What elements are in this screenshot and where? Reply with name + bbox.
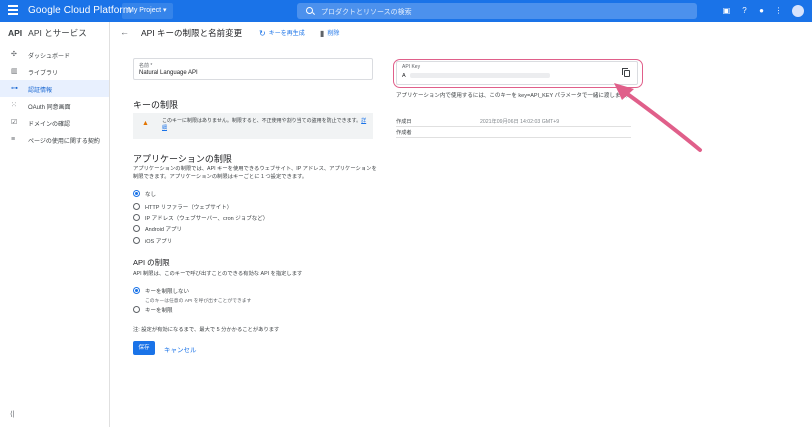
sidebar-item-label: ダッシュボード (28, 54, 71, 60)
created-value: 2021年09月06日 14:02:03 GMT+9 (480, 119, 560, 125)
sidebar-item-domain-verification[interactable]: ☑ ドメインの確認 (0, 114, 109, 131)
radio-label: キーを制限しない (145, 289, 190, 295)
search-placeholder: プロダクトとリソースの検索 (321, 9, 412, 16)
app-restriction-ios-radio[interactable]: iOS アプリ (133, 237, 172, 247)
radio-label: HTTP リファラー（ウェブサイト） (145, 205, 233, 211)
gift-icon[interactable]: ▣ (722, 6, 731, 15)
api-no-restriction-radio[interactable]: キーを制限しないこのキーは任意の API を呼び出すことができます (133, 287, 251, 304)
sidebar-item-dashboard[interactable]: ✣ ダッシュボード (0, 46, 109, 63)
created-label: 作成日 (396, 119, 412, 125)
radio-indicator (133, 306, 140, 313)
sidebar-item-page-usage[interactable]: ≡ ページの使用に関する契約 (0, 131, 109, 148)
sidebar-title: API とサービス (28, 28, 87, 38)
project-selector[interactable]: My Project ▾ (122, 3, 173, 19)
collapse-sidebar-icon[interactable]: ⟨| (10, 410, 15, 418)
annotation-arrow-icon (614, 83, 702, 152)
radio-label: iOS アプリ (145, 239, 173, 245)
creator-label: 作成者 (396, 130, 412, 136)
warning-message: このキーに制限はありません。制限すると、不正使用や割り当ての盗用を防止できます。 (162, 118, 362, 124)
name-field-label: 名前 * (139, 63, 153, 69)
app-restriction-none-radio[interactable]: なし (133, 190, 156, 200)
api-restrictions-desc: API 制限は、このキーで呼び出すことのできる有効な API を指定します (133, 271, 303, 277)
sidebar-item-oauth-consent[interactable]: ⁙ OAuth 同意画面 (0, 97, 109, 114)
app-restrictions-title: アプリケーションの制限 (133, 154, 232, 164)
radio-indicator (133, 225, 140, 232)
sidebar-item-credentials[interactable]: ⊶ 認証情報 (0, 80, 109, 97)
radio-label: なし (145, 192, 157, 198)
radio-label: Android アプリ (145, 227, 182, 233)
domain-icon: ☑ (11, 119, 18, 126)
dashboard-icon: ✣ (11, 51, 17, 58)
api-restrictions-title: API の制限 (133, 258, 170, 267)
notification-icon[interactable]: ● (757, 6, 766, 15)
radio-indicator (133, 287, 140, 294)
sidebar-item-label: ドメインの確認 (28, 122, 71, 128)
radio-sublabel: このキーは任意の API を呼び出すことができます (145, 299, 252, 304)
name-field[interactable]: 名前 * Natural Language API (133, 58, 373, 80)
settings-icon: ≡ (11, 136, 16, 143)
consent-icon: ⁙ (11, 102, 17, 109)
sidebar-item-label: OAuth 同意画面 (28, 105, 71, 111)
sidebar-item-library[interactable]: ▥ ライブラリ (0, 63, 109, 80)
sidebar-item-label: ライブラリ (28, 71, 59, 77)
refresh-icon: ↻ (259, 29, 266, 38)
sidebar-item-label: ページの使用に関する契約 (28, 139, 100, 145)
warning-box: ▲ このキーに制限はありません。制限すると、不正使用や割り当ての盗用を防止できま… (133, 113, 373, 139)
avatar[interactable] (792, 5, 804, 17)
created-row: 作成日 2021年09月06日 14:02:03 GMT+9 (396, 116, 631, 127)
app-restrictions-desc: アプリケーションの制限では、API キーを使用できるウェブサイト、IP アドレス… (133, 166, 377, 180)
page-title: API キーの制限と名前変更 (141, 28, 243, 38)
warning-text: このキーに制限はありません。制限すると、不正使用や割り当ての盗用を防止できます。… (162, 118, 367, 132)
help-icon[interactable]: ? (740, 6, 749, 15)
creator-row: 作成者 (396, 127, 631, 138)
sidebar: API API とサービス ✣ ダッシュボード ▥ ライブラリ ⊶ 認証情報 ⁙ … (0, 22, 110, 427)
regenerate-label: キーを再生成 (268, 31, 305, 37)
name-field-value: Natural Language API (139, 70, 198, 76)
search-input[interactable]: プロダクトとリソースの検索 (297, 3, 697, 19)
delete-label: 削除 (327, 31, 340, 37)
save-button[interactable]: 保存 (133, 341, 155, 355)
regenerate-key-button[interactable]: ↻ キーを再生成 (259, 28, 305, 38)
app-restriction-ip-radio[interactable]: IP アドレス（ウェブサーバー、cron ジョブなど） (133, 214, 268, 224)
back-arrow-icon[interactable]: ← (120, 27, 129, 37)
trash-icon: ▮ (320, 29, 325, 38)
key-restrictions-title: キーの制限 (133, 100, 179, 110)
radio-indicator (133, 203, 140, 210)
cancel-button[interactable]: キャンセル (164, 344, 197, 354)
hamburger-menu-icon[interactable] (8, 5, 18, 17)
gcp-logo[interactable]: Google Cloud Platform (28, 5, 131, 16)
radio-indicator (133, 237, 140, 244)
propagation-note: 注: 設定が有効になるまで、最大で 5 分かかることがあります (133, 327, 280, 333)
key-icon: ⊶ (11, 85, 18, 92)
radio-label: キーを制限 (145, 308, 173, 314)
sidebar-item-label: 認証情報 (28, 88, 53, 94)
top-bar: Google Cloud Platform My Project ▾ プロダクト… (0, 0, 812, 22)
library-icon: ▥ (11, 68, 18, 75)
app-restriction-android-radio[interactable]: Android アプリ (133, 225, 182, 235)
warning-icon: ▲ (142, 120, 149, 127)
delete-button[interactable]: ▮ 削除 (320, 28, 339, 38)
search-icon (306, 7, 313, 14)
api-restrict-key-radio[interactable]: キーを制限 (133, 306, 173, 316)
radio-label: IP アドレス（ウェブサーバー、cron ジョブなど） (145, 216, 269, 222)
sidebar-header: API API とサービス (0, 22, 109, 42)
more-icon[interactable]: ⋮ (774, 6, 783, 15)
api-logo: API (8, 28, 23, 38)
app-restriction-http-referrer-radio[interactable]: HTTP リファラー（ウェブサイト） (133, 203, 232, 213)
radio-indicator (133, 190, 140, 197)
radio-indicator (133, 214, 140, 221)
page-header: ← API キーの制限と名前変更 ↻ キーを再生成 ▮ 削除 (111, 22, 812, 42)
